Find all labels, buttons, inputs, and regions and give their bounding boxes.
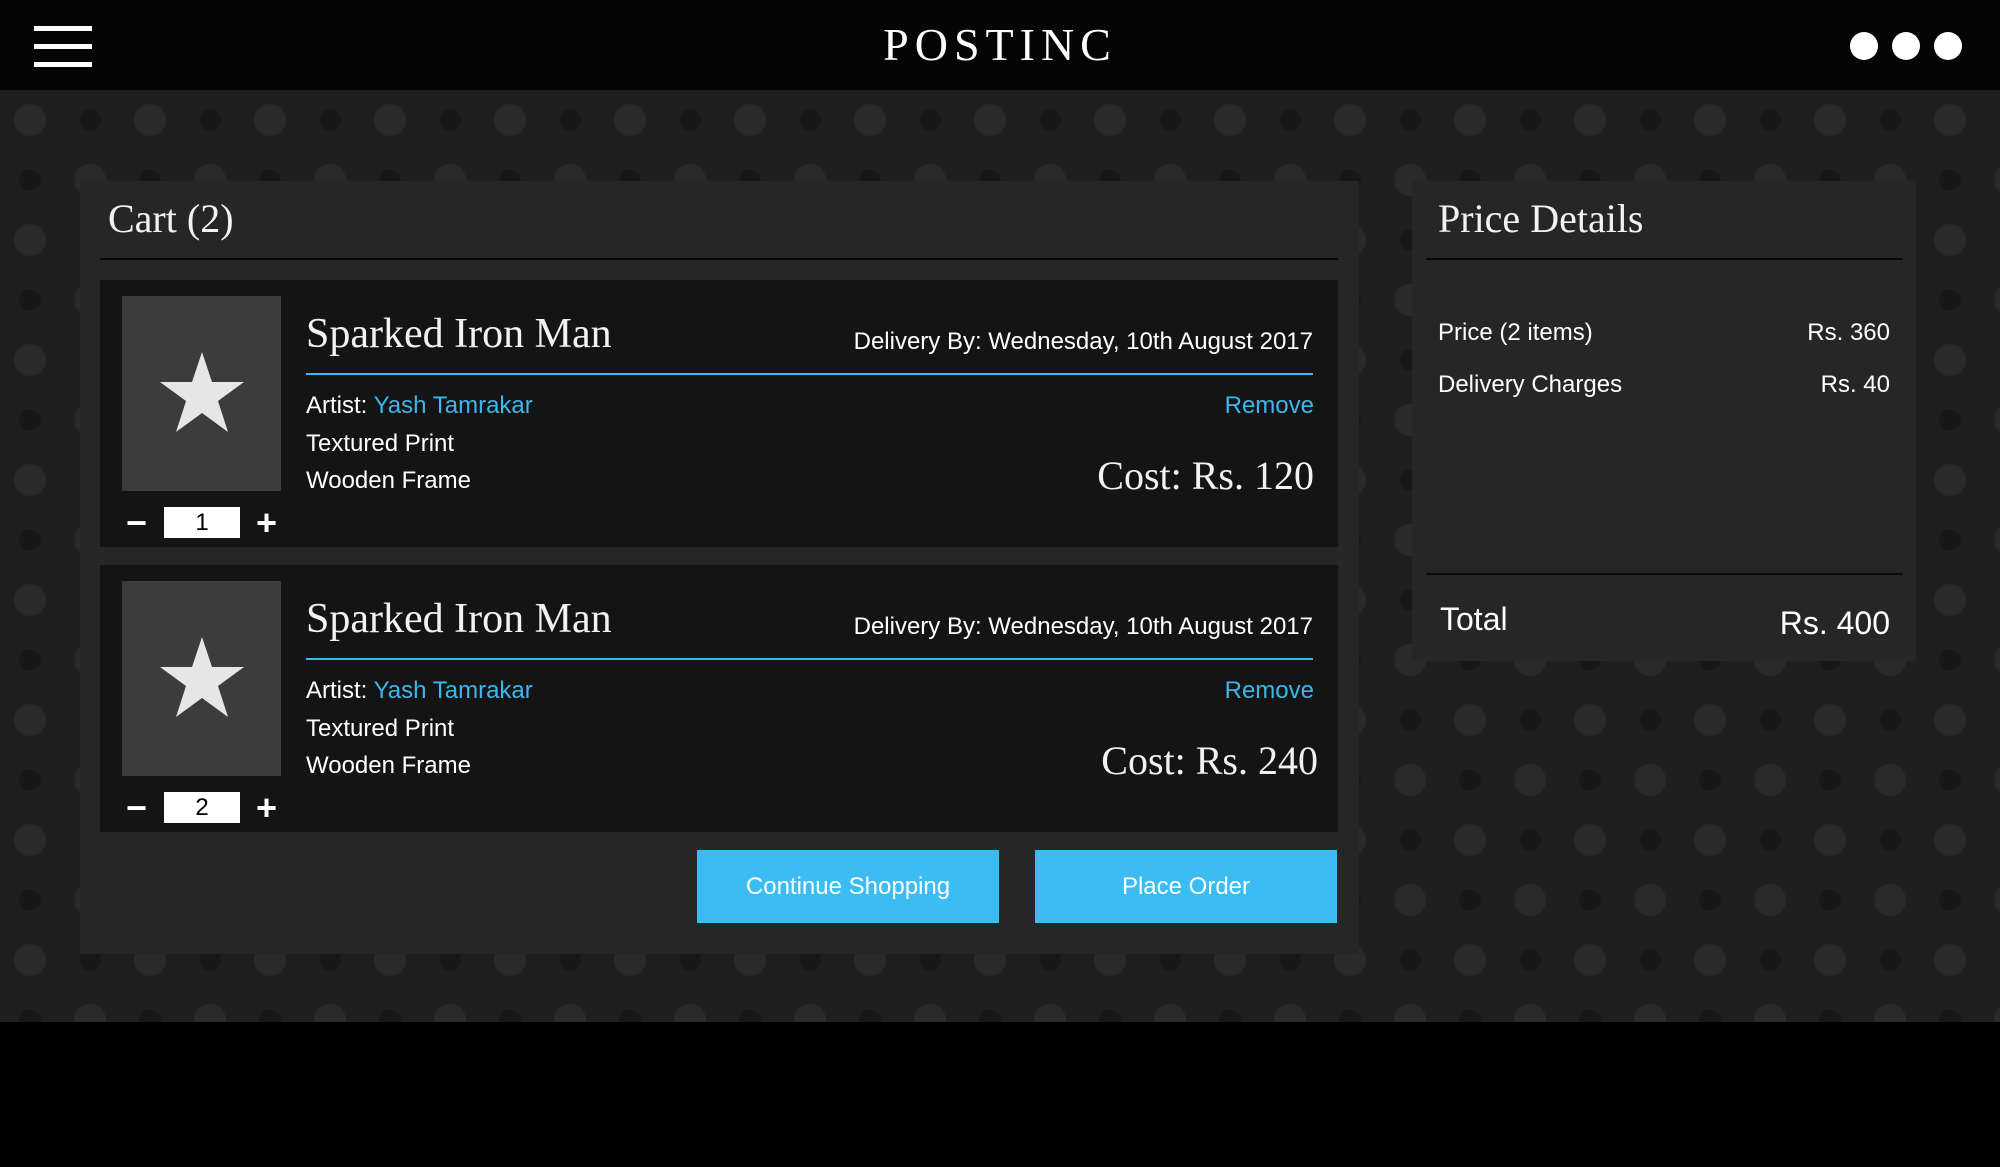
star-icon — [160, 637, 244, 717]
artist-label: Artist: — [306, 392, 368, 419]
divider — [306, 373, 1313, 375]
quantity-input[interactable] — [164, 507, 240, 538]
price-label: Price (2 items) — [1438, 319, 1593, 346]
price-row: Delivery Charges Rs. 40 — [1438, 371, 1890, 399]
item-cost: Cost: Rs. 240 — [1101, 738, 1318, 783]
price-value: Rs. 360 — [1807, 319, 1890, 346]
product-thumbnail[interactable] — [122, 296, 281, 491]
frame-type: Wooden Frame — [306, 467, 471, 494]
delivery-date: Delivery By: Wednesday, 10th August 2017 — [853, 613, 1313, 640]
artist-link[interactable]: Yash Tamrakar — [374, 677, 533, 704]
decrease-quantity-button[interactable]: − — [126, 790, 147, 826]
divider — [1426, 258, 1903, 260]
increase-quantity-button[interactable]: + — [256, 505, 277, 541]
continue-shopping-button[interactable]: Continue Shopping — [697, 850, 999, 923]
total-label: Total — [1440, 601, 1508, 637]
site-logo[interactable]: POSTINC — [0, 0, 2000, 90]
remove-item-link[interactable]: Remove — [1225, 392, 1314, 420]
divider — [1426, 573, 1903, 575]
price-value: Rs. 40 — [1820, 371, 1890, 398]
artist-info: Artist: Yash Tamrakar — [306, 677, 533, 705]
divider — [100, 258, 1338, 260]
artist-link[interactable]: Yash Tamrakar — [374, 392, 533, 419]
remove-item-link[interactable]: Remove — [1225, 677, 1314, 705]
cart-panel: Cart (2) − + Sparked Iron Man Delivery B… — [80, 181, 1359, 954]
star-icon — [160, 352, 244, 432]
artist-info: Artist: Yash Tamrakar — [306, 392, 533, 420]
product-name[interactable]: Sparked Iron Man — [306, 595, 612, 643]
artist-label: Artist: — [306, 677, 368, 704]
increase-quantity-button[interactable]: + — [256, 790, 277, 826]
product-thumbnail[interactable] — [122, 581, 281, 776]
cart-item: − + Sparked Iron Man Delivery By: Wednes… — [100, 280, 1338, 547]
total-value: Rs. 400 — [1779, 605, 1890, 641]
frame-type: Wooden Frame — [306, 752, 471, 779]
quantity-input[interactable] — [164, 792, 240, 823]
top-navigation-bar: POSTINC — [0, 0, 2000, 90]
price-label: Delivery Charges — [1438, 371, 1623, 398]
cart-title: Cart (2) — [108, 196, 234, 241]
price-row: Price (2 items) Rs. 360 — [1438, 319, 1890, 347]
item-cost: Cost: Rs. 120 — [1097, 453, 1314, 498]
more-dots-icon[interactable] — [1836, 32, 1962, 60]
delivery-date: Delivery By: Wednesday, 10th August 2017 — [853, 328, 1313, 355]
print-type: Textured Print — [306, 430, 455, 457]
place-order-button[interactable]: Place Order — [1035, 850, 1337, 923]
price-details-title: Price Details — [1438, 196, 1644, 241]
product-name[interactable]: Sparked Iron Man — [306, 310, 612, 358]
cart-item: − + Sparked Iron Man Delivery By: Wednes… — [100, 565, 1338, 832]
print-type: Textured Print — [306, 715, 455, 742]
divider — [306, 658, 1313, 660]
price-details-panel: Price Details Price (2 items) Rs. 360 De… — [1412, 181, 1916, 661]
decrease-quantity-button[interactable]: − — [126, 505, 147, 541]
